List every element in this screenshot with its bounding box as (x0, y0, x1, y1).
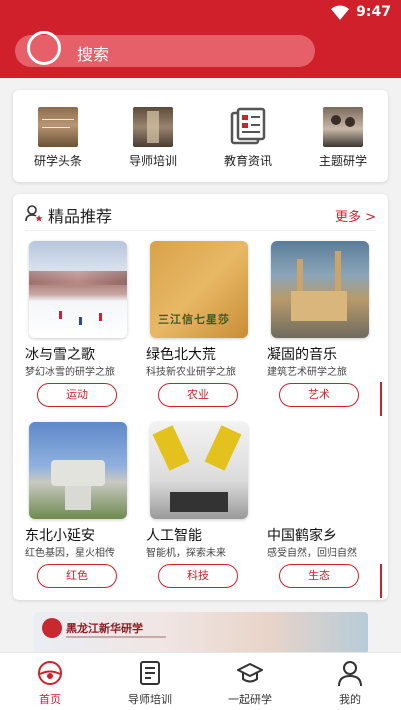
quick-nav-item-theme-study[interactable]: 主题研学 (298, 90, 388, 182)
quick-nav-label: 教育资讯 (223, 154, 272, 168)
tab-label: 导师培训 (128, 693, 172, 706)
product-card[interactable]: 东北小延安 红色基因，星火相传 红色 (25, 422, 137, 592)
tab-tutor-training[interactable]: 导师培训 (100, 653, 200, 710)
product-desc: 感受自然，回归自然 (267, 548, 357, 559)
product-card[interactable]: 中国鹤家乡 感受自然，回归自然 生态 (267, 422, 379, 592)
home-icon (38, 661, 62, 685)
product-desc: 梦幻冰雪的研学之旅 (25, 367, 115, 378)
seal-logo-icon (42, 618, 62, 638)
quick-nav-item-tutor-training[interactable]: 导师培训 (108, 90, 198, 182)
product-name: 人工智能 (146, 528, 202, 544)
headlines-thumbnail (38, 107, 78, 147)
scroll-indicator (380, 564, 382, 598)
theme-study-thumbnail (323, 107, 363, 147)
recommend-section: 精品推荐 更多 > 冰与雪之歌 梦幻冰雪的研学之旅 运动 三江信七星莎 绿色北大… (13, 194, 388, 600)
quick-nav: 研学头条 导师培训 教育资讯 主题研学 (13, 90, 388, 182)
church-image (271, 241, 369, 338)
quick-nav-label: 主题研学 (318, 154, 367, 168)
snow-resort-image (29, 241, 127, 338)
status-time: 9:47 (356, 4, 391, 20)
product-name: 中国鹤家乡 (267, 528, 337, 544)
product-desc: 红色基因，星火相传 (25, 548, 115, 559)
tab-home[interactable]: 首页 (0, 653, 100, 710)
graduation-cap-icon (237, 663, 263, 683)
field-text-image: 三江信七星莎 (150, 241, 248, 338)
product-tag[interactable]: 红色 (37, 564, 117, 588)
product-name: 绿色北大荒 (146, 347, 216, 363)
search-input[interactable]: 搜索 (15, 31, 315, 67)
document-icon (140, 661, 160, 685)
banner-subline (66, 636, 166, 638)
tab-label: 首页 (39, 693, 61, 706)
field-text: 三江信七星莎 (158, 313, 230, 326)
tab-label: 我的 (339, 693, 361, 706)
tab-study-together[interactable]: 一起研学 (200, 653, 300, 710)
tab-mine[interactable]: 我的 (300, 653, 400, 710)
product-tag[interactable]: 生态 (279, 564, 359, 588)
user-star-icon (25, 205, 43, 222)
more-link[interactable]: 更多 > (335, 206, 376, 225)
product-card[interactable]: 三江信七星莎 绿色北大荒 科技新农业研学之旅 农业 (146, 241, 258, 411)
product-card[interactable]: 冰与雪之歌 梦幻冰雪的研学之旅 运动 (25, 241, 137, 411)
product-name: 冰与雪之歌 (25, 347, 95, 363)
product-desc: 建筑艺术研学之旅 (267, 367, 347, 378)
recommend-title: 精品推荐 (48, 207, 113, 226)
robot-arms-image (150, 422, 248, 519)
product-name: 凝固的音乐 (267, 347, 337, 363)
product-card[interactable]: 人工智能 智能机，探索未来 科技 (146, 422, 258, 592)
section-divider (25, 230, 376, 231)
tutor-training-thumbnail (133, 107, 173, 147)
product-card[interactable]: 凝固的音乐 建筑艺术研学之旅 艺术 (267, 241, 379, 411)
search-placeholder: 搜索 (77, 45, 110, 64)
status-bar: 9:47 (0, 0, 401, 26)
quick-nav-item-headlines[interactable]: 研学头条 (13, 90, 103, 182)
product-tag[interactable]: 科技 (158, 564, 238, 588)
product-desc: 智能机，探索未来 (146, 548, 226, 559)
product-tag[interactable]: 运动 (37, 383, 117, 407)
quick-nav-label: 导师培训 (128, 154, 177, 168)
bottom-tab-bar: 首页 导师培训 一起研学 我的 (0, 652, 401, 710)
wifi-icon (331, 5, 349, 20)
tab-label: 一起研学 (228, 693, 272, 706)
quick-nav-item-education-news[interactable]: 教育资讯 (203, 90, 293, 182)
scroll-indicator (380, 382, 382, 416)
banner-title: 黑龙江新华研学 (66, 622, 143, 635)
header: 搜索 (0, 26, 401, 78)
monument-image (29, 422, 127, 519)
product-name: 东北小延安 (25, 528, 95, 544)
product-tag[interactable]: 艺术 (279, 383, 359, 407)
promo-banner[interactable]: 黑龙江新华研学 (34, 612, 368, 654)
news-document-icon (230, 107, 266, 145)
product-desc: 科技新农业研学之旅 (146, 367, 236, 378)
product-tag[interactable]: 农业 (158, 383, 238, 407)
quick-nav-label: 研学头条 (33, 154, 82, 168)
user-icon (338, 661, 362, 687)
search-icon (27, 31, 61, 65)
